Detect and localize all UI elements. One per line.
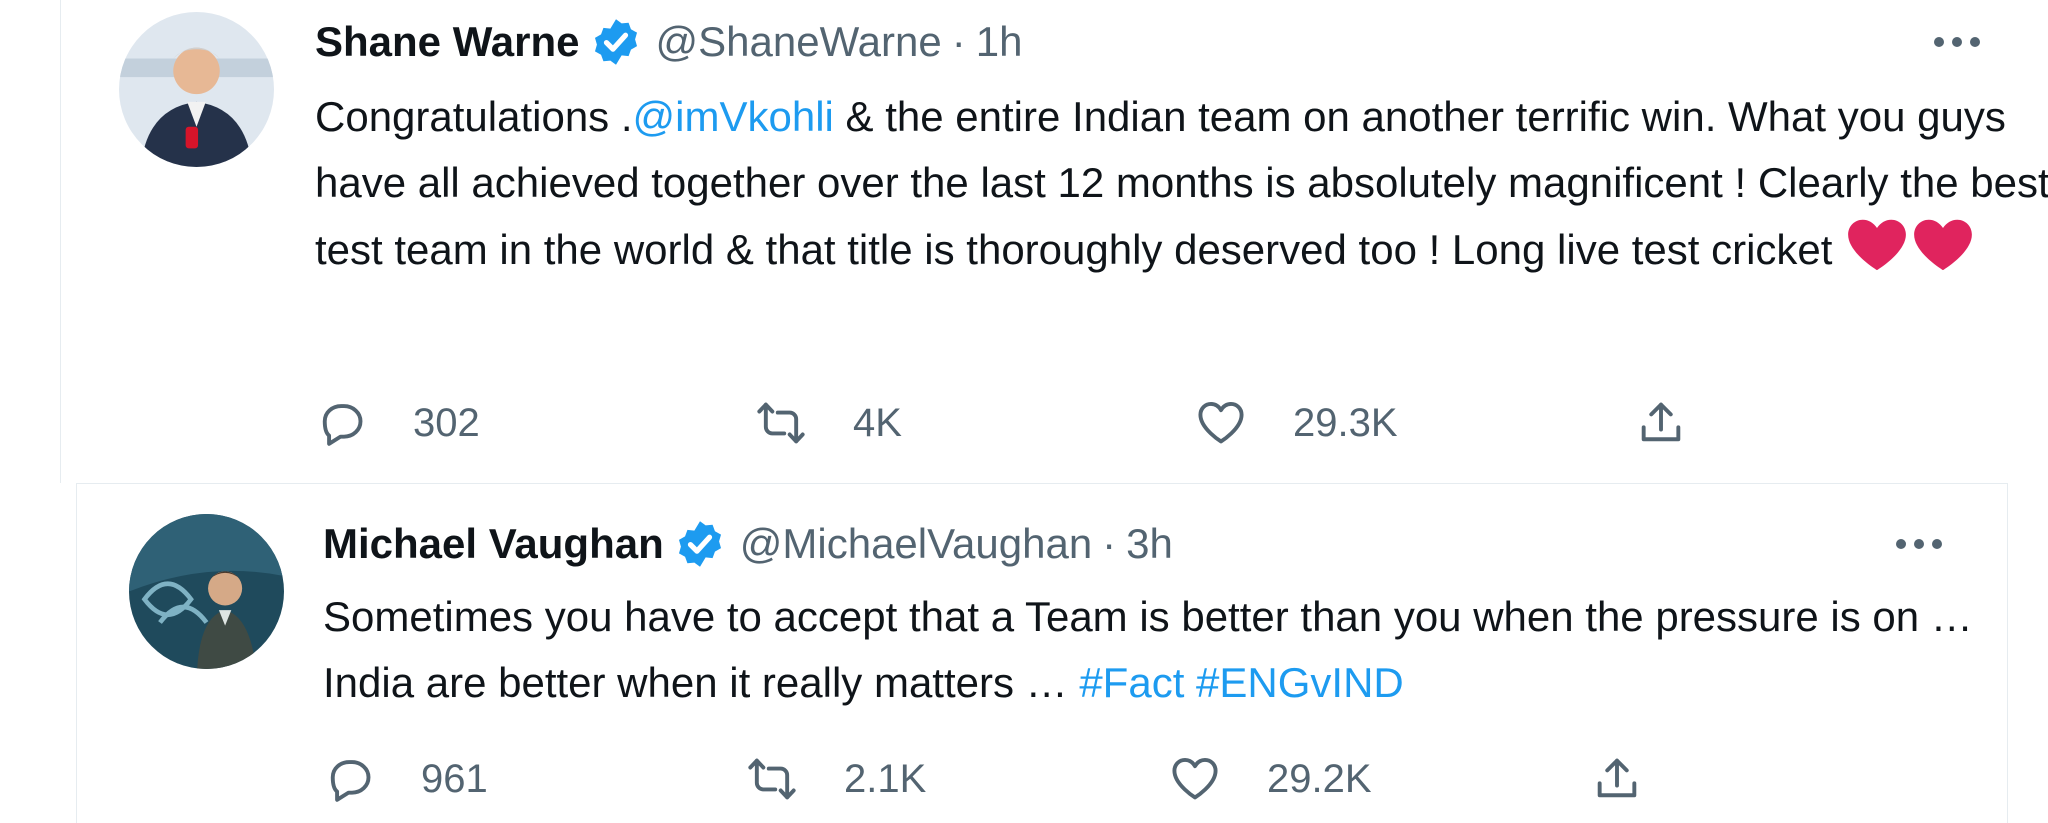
tweet-card-michael-vaughan[interactable]: Michael Vaughan @MichaelVaughan · 3h Som… (76, 483, 2008, 823)
avatar[interactable] (129, 514, 284, 669)
tweet-card-shane-warne[interactable]: Shane Warne @ShaneWarne · 1h Congratulat… (60, 0, 2048, 483)
tweet-header: Michael Vaughan @MichaelVaughan · 3h (323, 514, 1173, 574)
share-icon (1591, 753, 1643, 805)
more-options-icon (1896, 539, 1942, 549)
reply-count: 961 (421, 756, 488, 801)
like-count: 29.2K (1267, 756, 1372, 801)
reply-button[interactable]: 302 (315, 393, 480, 453)
tweet-text-start: Congratulations . (315, 93, 633, 140)
verified-badge-icon (590, 16, 642, 68)
avatar-photo-icon (129, 514, 284, 669)
author-name[interactable]: Shane Warne (315, 18, 580, 66)
author-name[interactable]: Michael Vaughan (323, 520, 664, 568)
avatar-photo-icon (119, 12, 274, 167)
like-button[interactable]: 29.2K (1169, 749, 1372, 809)
heart-outline-icon (1195, 397, 1247, 449)
red-heart-emoji-1 (1844, 216, 1910, 272)
tweet-text: Congratulations .@imVkohli & the entire … (315, 84, 2048, 283)
more-options-button[interactable] (1889, 524, 1949, 564)
retweet-button[interactable]: 4K (755, 393, 902, 453)
retweet-count: 2.1K (844, 756, 927, 801)
share-icon (1635, 397, 1687, 449)
like-count: 29.3K (1293, 400, 1398, 445)
author-handle[interactable]: @MichaelVaughan (740, 520, 1092, 568)
reply-button[interactable]: 961 (323, 749, 488, 809)
retweet-button[interactable]: 2.1K (746, 749, 926, 809)
red-heart-emoji-2 (1910, 216, 1976, 272)
tweet-text: Sometimes you have to accept that a Team… (323, 584, 1993, 716)
share-button[interactable] (1635, 393, 1687, 453)
reply-count: 302 (413, 400, 480, 445)
retweet-icon (755, 397, 807, 449)
more-options-button[interactable] (1927, 22, 1987, 62)
tweet-timestamp[interactable]: 1h (976, 18, 1023, 66)
separator-dot: · (1102, 520, 1117, 567)
retweet-icon (746, 753, 798, 805)
hashtag-link-engvind[interactable]: #ENGvIND (1196, 659, 1404, 706)
like-button[interactable]: 29.3K (1195, 393, 1398, 453)
mention-link[interactable]: @imVkohli (633, 93, 834, 140)
tweet-timestamp[interactable]: 3h (1126, 520, 1173, 568)
more-options-icon (1934, 37, 1980, 47)
reply-icon (315, 397, 367, 449)
hashtag-link-fact[interactable]: #Fact (1079, 659, 1184, 706)
retweet-count: 4K (853, 400, 902, 445)
separator-dot: · (951, 18, 966, 65)
author-handle[interactable]: @ShaneWarne (656, 18, 942, 66)
avatar[interactable] (119, 12, 274, 167)
share-button[interactable] (1591, 749, 1643, 809)
tweet-header: Shane Warne @ShaneWarne · 1h (315, 12, 1022, 72)
heart-outline-icon (1169, 753, 1221, 805)
reply-icon (323, 753, 375, 805)
verified-badge-icon (674, 518, 726, 570)
